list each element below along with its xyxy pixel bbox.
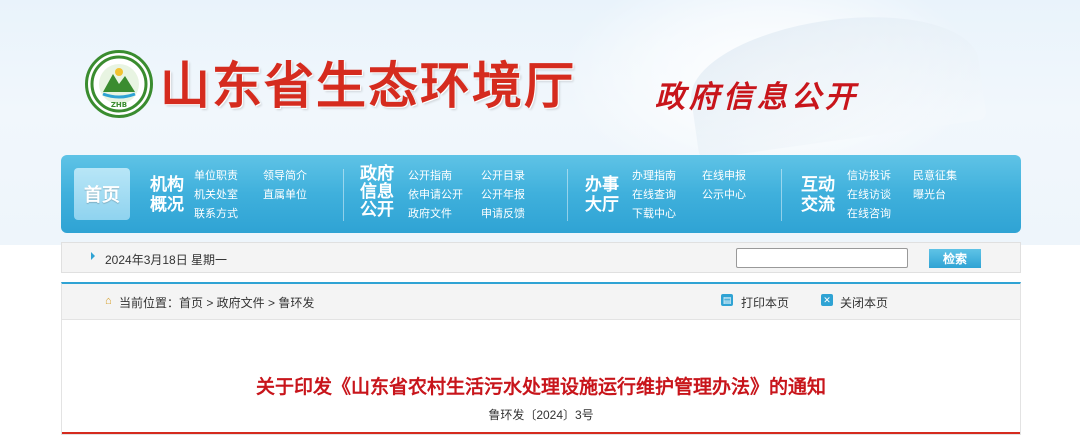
search-input[interactable] [736, 248, 908, 268]
nav-link-leaders[interactable]: 领导简介 [263, 169, 307, 183]
nav-link-download[interactable]: 下载中心 [632, 207, 676, 221]
nav-link-gov-documents[interactable]: 政府文件 [408, 207, 452, 221]
nav-link-publicity[interactable]: 公示中心 [702, 188, 746, 202]
nav-group-title-line: 机构 [150, 175, 184, 194]
nav-group-title-line: 互动 [801, 175, 835, 194]
nav-link-feedback[interactable]: 申请反馈 [481, 207, 525, 221]
document-number: 鲁环发〔2024〕3号 [488, 408, 594, 422]
document-title: 关于印发《山东省农村生活污水处理设施运行维护管理办法》的通知 [255, 377, 826, 398]
nav-link-affiliated[interactable]: 直属单位 [263, 188, 307, 202]
nav-link-petition[interactable]: 信访投诉 [847, 169, 891, 183]
nav-separator [343, 169, 344, 221]
nav-group-title-line: 信息 [360, 182, 394, 201]
nav-group-title[interactable]: 互动 交流 [798, 175, 838, 215]
nav-link-opinion[interactable]: 民意征集 [913, 169, 957, 183]
red-divider [62, 432, 1020, 434]
logo-text: ZHB [111, 101, 127, 109]
article-content: ⌂ 当前位置：首页 > 政府文件 > 鲁环发 ▤ 打印本页 ✕ 关闭本页 关于印… [61, 282, 1021, 435]
breadcrumb[interactable]: 当前位置：首页 > 政府文件 > 鲁环发 [119, 294, 314, 311]
nav-separator [567, 169, 568, 221]
nav-link-contact[interactable]: 联系方式 [194, 207, 238, 221]
nav-link-offices[interactable]: 机关处室 [194, 188, 238, 202]
nav-group-title[interactable]: 机构 概况 [147, 175, 187, 215]
logo-emblem-icon: ZHB [90, 55, 148, 113]
nav-link-exposure[interactable]: 曝光台 [913, 188, 946, 202]
section-title: 政府信息公开 [655, 80, 859, 115]
date-search-bar: 2024年3月18日 星期一 检索 [61, 242, 1021, 273]
search-button[interactable]: 检索 [929, 249, 981, 268]
nav-link-online-apply[interactable]: 在线申报 [702, 169, 746, 183]
nav-link-consult[interactable]: 在线咨询 [847, 207, 891, 221]
breadcrumb-bar: ⌂ 当前位置：首页 > 政府文件 > 鲁环发 ▤ 打印本页 ✕ 关闭本页 [62, 284, 1020, 320]
nav-link-catalog[interactable]: 公开目录 [481, 169, 525, 183]
close-page-link[interactable]: 关闭本页 [840, 294, 888, 311]
nav-separator [781, 169, 782, 221]
site-title[interactable]: 山东省生态环境厅 [160, 46, 576, 118]
nav-group-title[interactable]: 政府 信息 公开 [357, 165, 397, 219]
nav-link-service-guide[interactable]: 办理指南 [632, 169, 676, 183]
nav-group-title-line: 概况 [150, 195, 184, 214]
bullet-arrow-icon [91, 252, 95, 260]
nav-group-title-line: 政府 [360, 164, 394, 183]
nav-link-online-query[interactable]: 在线查询 [632, 188, 676, 202]
nav-group-title-line: 交流 [801, 195, 835, 214]
nav-link-apply[interactable]: 依申请公开 [408, 188, 463, 202]
site-logo[interactable]: ZHB [85, 50, 153, 118]
nav-home-button[interactable]: 首页 [74, 168, 130, 220]
nav-group-title[interactable]: 办事 大厅 [582, 175, 622, 215]
nav-link-duties[interactable]: 单位职责 [194, 169, 238, 183]
current-date: 2024年3月18日 星期一 [105, 253, 228, 267]
home-icon: ⌂ [105, 295, 112, 307]
nav-group-title-line: 公开 [360, 200, 394, 219]
print-icon[interactable]: ▤ [721, 294, 733, 306]
main-nav: 首页 机构 概况 单位职责 领导简介 机关处室 直属单位 联系方式 政府 信息 … [61, 155, 1021, 233]
nav-group-title-line: 办事 [585, 175, 619, 194]
nav-link-annual-report[interactable]: 公开年报 [481, 188, 525, 202]
nav-link-interview[interactable]: 在线访谈 [847, 188, 891, 202]
close-icon[interactable]: ✕ [821, 294, 833, 306]
nav-group-title-line: 大厅 [585, 195, 619, 214]
print-page-link[interactable]: 打印本页 [741, 294, 789, 311]
nav-link-guide[interactable]: 公开指南 [408, 169, 452, 183]
